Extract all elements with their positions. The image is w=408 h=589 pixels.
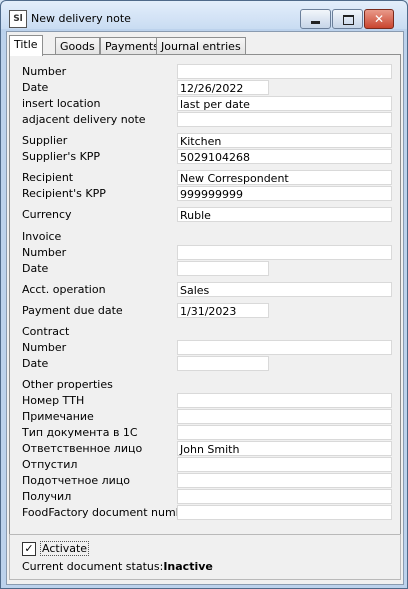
foodfactory-number-field[interactable] [177,505,392,520]
checkmark-icon: ✓ [24,542,34,555]
contract-number-field[interactable] [177,340,392,355]
window-title: New delivery note [31,12,131,25]
currency-field[interactable]: Ruble [177,207,392,222]
contract-date-field[interactable] [177,356,269,371]
foodfactory-number-label: FoodFactory document number [22,506,194,519]
date-field[interactable]: 12/26/2022 [177,80,269,95]
otpustil-label: Отпустил [22,458,78,471]
podotchetnoe-litso-label: Подотчетное лицо [22,474,131,487]
status-panel: ✓ Activate Current document status:Inact… [9,534,401,580]
invoice-date-field[interactable] [177,261,269,276]
close-icon: ✕ [373,12,385,26]
acct-operation-label: Acct. operation [22,283,106,296]
dialog-body: Title Goods Payments Journal entries Num… [6,31,404,585]
otpustil-field[interactable] [177,457,392,472]
minimize-icon [311,21,320,24]
contract-date-label: Date [22,357,49,370]
poluchil-field[interactable] [177,489,392,504]
recipient-field[interactable]: New Correspondent [177,170,392,185]
number-field[interactable] [177,64,392,79]
supplier-label: Supplier [22,134,68,147]
insert-location-label: insert location [22,97,101,110]
tab-journal-entries[interactable]: Journal entries [156,37,246,55]
invoice-number-field[interactable] [177,245,392,260]
status-value: Inactive [163,560,213,573]
status-prefix: Current document status: [22,560,164,573]
date-label: Date [22,81,49,94]
supplier-field[interactable]: Kitchen [177,133,392,148]
title-tab-panel: Number Date 12/26/2022 insert location l… [9,54,401,552]
maximize-button[interactable] [332,9,363,29]
adjacent-delivery-note-label: adjacent delivery note [22,113,146,126]
tip-dokumenta-field[interactable] [177,425,392,440]
other-properties-heading: Other properties [22,378,113,391]
tab-goods[interactable]: Goods [55,37,100,55]
nomer-ttn-label: Номер ТТН [22,394,85,407]
podotchetnoe-litso-field[interactable] [177,473,392,488]
poluchil-label: Получил [22,490,72,503]
primechanie-field[interactable] [177,409,392,424]
number-label: Number [22,65,67,78]
invoice-date-label: Date [22,262,49,275]
supplier-kpp-label: Supplier's KPP [22,150,101,163]
tab-payments[interactable]: Payments [100,37,164,55]
nomer-ttn-field[interactable] [177,393,392,408]
tab-title[interactable]: Title [9,35,43,56]
minimize-button[interactable] [300,9,331,29]
adjacent-delivery-note-field[interactable] [177,112,392,127]
acct-operation-field[interactable]: Sales [177,282,392,297]
payment-due-date-label: Payment due date [22,304,123,317]
contract-heading: Contract [22,325,70,338]
tip-dokumenta-label: Тип документа в 1С [22,426,138,439]
activate-label[interactable]: Activate [40,541,90,556]
close-button[interactable]: ✕ [364,9,394,29]
contract-number-label: Number [22,341,67,354]
recipient-kpp-field[interactable]: 999999999 [177,186,392,201]
primechanie-label: Примечание [22,410,94,423]
title-bar[interactable]: Sl New delivery note ✕ [1,1,407,29]
otvetstvennoe-litso-field[interactable]: John Smith [177,441,392,456]
insert-location-field[interactable]: last per date [177,96,392,111]
document-status: Current document status:Inactive [22,560,213,573]
activate-checkbox[interactable]: ✓ [22,542,36,556]
currency-label: Currency [22,208,72,221]
recipient-label: Recipient [22,171,74,184]
invoice-heading: Invoice [22,230,62,243]
otvetstvennoe-litso-label: Ответственное лицо [22,442,143,455]
app-icon: Sl [9,10,27,28]
payment-due-date-field[interactable]: 1/31/2023 [177,303,269,318]
maximize-icon [343,15,354,25]
recipient-kpp-label: Recipient's KPP [22,187,106,200]
invoice-number-label: Number [22,246,67,259]
delivery-note-window: Sl New delivery note ✕ Title Goods Payme… [0,0,408,589]
supplier-kpp-field[interactable]: 5029104268 [177,149,392,164]
